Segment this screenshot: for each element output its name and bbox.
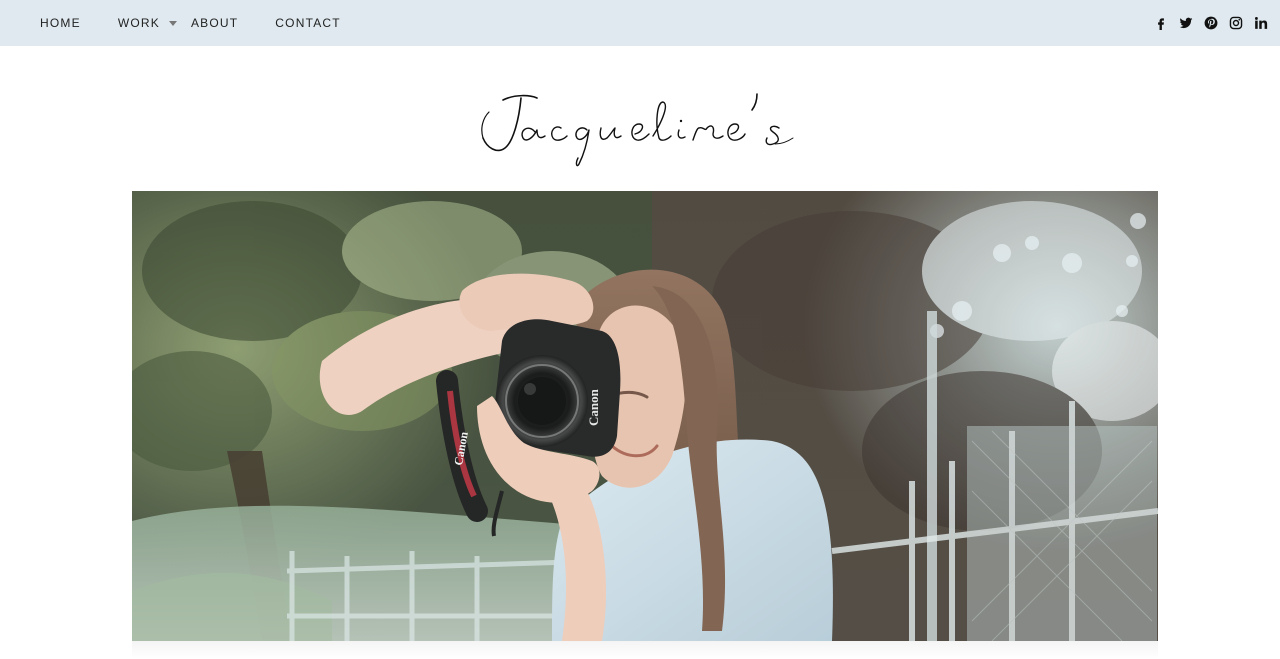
facebook-icon[interactable] [1153,16,1168,31]
hero-photo-girl-with-camera: Canon Canon [132,191,1158,641]
nav-home[interactable]: HOME [40,0,81,46]
instagram-icon[interactable] [1228,16,1243,31]
pinterest-icon[interactable] [1203,16,1218,31]
nav-about[interactable]: ABOUT [191,0,238,46]
social-links [1153,0,1268,46]
main-nav: HOME WORK ABOUT CONTACT [0,0,341,46]
nav-work[interactable]: WORK [118,0,177,46]
top-navigation-bar: HOME WORK ABOUT CONTACT [0,0,1280,46]
nav-work-label: WORK [117,16,160,30]
nav-contact[interactable]: CONTACT [275,0,341,46]
hero-shadow [132,641,1158,659]
site-logo[interactable] [0,80,1280,175]
linkedin-icon[interactable] [1253,16,1268,31]
logo-script-image [481,93,794,167]
caret-down-icon[interactable] [168,20,177,26]
twitter-icon[interactable] [1178,16,1193,31]
hero-photo: Canon Canon [132,191,1158,641]
